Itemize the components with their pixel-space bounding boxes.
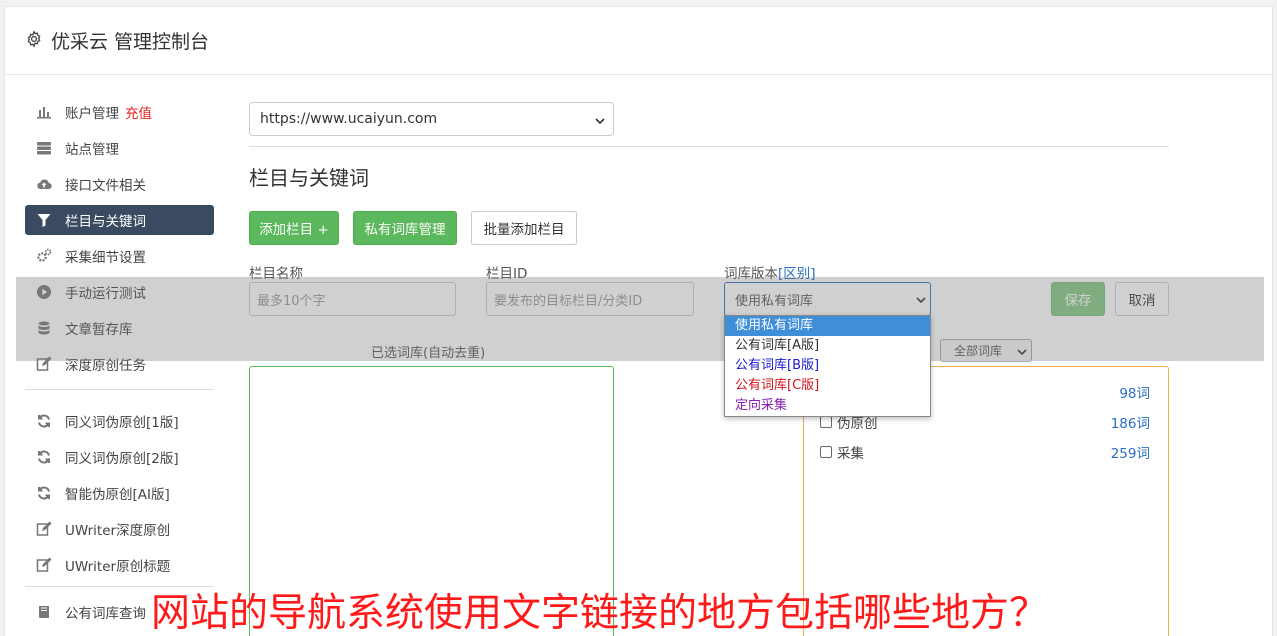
sidebar-item-label: 同义词伪原创[1版] <box>65 415 179 431</box>
library-row-label: 采集 <box>837 446 864 462</box>
sidebar-item-columns-keywords[interactable]: 栏目与关键词 <box>25 205 214 235</box>
sidebar-item-account[interactable]: 账户管理 充值 <box>25 97 214 127</box>
gears-icon <box>36 248 52 264</box>
library-row-count[interactable]: 186词 <box>1111 412 1150 432</box>
sidebar-item-label: UWriter深度原创 <box>65 523 171 539</box>
cloud-upload-icon <box>36 176 52 192</box>
sidebar-item-label: 公有词库查询 <box>65 606 146 622</box>
library-row-count[interactable]: 259词 <box>1111 442 1150 462</box>
sidebar-item-synonym-v2[interactable]: 同义词伪原创[2版] <box>25 442 214 472</box>
edit-icon <box>36 557 52 573</box>
dropdown-option-private[interactable]: 使用私有词库 <box>725 316 930 336</box>
page-container: 优采云 管理控制台 账户管理 充值 站点管理 接口文件相关 栏目与关键词 采集细… <box>4 6 1273 636</box>
site-select-value: https://www.ucaiyun.com <box>260 111 438 127</box>
sidebar: 账户管理 充值 站点管理 接口文件相关 栏目与关键词 采集细节设置 手动运行测试… <box>25 97 214 633</box>
divider <box>249 146 1169 147</box>
library-checkbox[interactable] <box>820 416 832 428</box>
refresh-icon <box>36 485 52 501</box>
header: 优采云 管理控制台 <box>5 7 1272 75</box>
sidebar-item-sites[interactable]: 站点管理 <box>25 133 214 163</box>
sidebar-item-label: UWriter原创标题 <box>65 559 171 575</box>
edit-icon <box>36 521 52 537</box>
chevron-down-icon <box>595 114 605 130</box>
library-row-count[interactable]: 98词 <box>1119 382 1150 402</box>
dropdown-option-public-c[interactable]: 公有词库[C版] <box>725 376 930 396</box>
batch-add-button[interactable]: 批量添加栏目 <box>471 211 577 245</box>
site-select[interactable]: https://www.ucaiyun.com <box>249 102 614 136</box>
sidebar-item-label: 同义词伪原创[2版] <box>65 451 179 467</box>
server-icon <box>36 140 52 156</box>
sidebar-item-collect-settings[interactable]: 采集细节设置 <box>25 241 214 271</box>
modal-overlay-band <box>16 277 1264 361</box>
sidebar-item-label: 智能伪原创[AI版] <box>65 487 170 503</box>
private-library-button[interactable]: 私有词库管理 <box>353 211 457 245</box>
refresh-icon <box>36 413 52 429</box>
section-title: 栏目与关键词 <box>249 166 369 190</box>
library-row[interactable]: 采集 259词 <box>820 442 1150 462</box>
library-version-dropdown: 使用私有词库 公有词库[A版] 公有词库[B版] 公有词库[C版] 定向采集 <box>724 315 931 417</box>
sidebar-item-label: 采集细节设置 <box>65 250 146 266</box>
dropdown-option-public-a[interactable]: 公有词库[A版] <box>725 336 930 356</box>
gear-icon <box>25 29 43 52</box>
add-column-button[interactable]: 添加栏目 + <box>249 211 339 245</box>
dropdown-option-public-b[interactable]: 公有词库[B版] <box>725 356 930 376</box>
library-checkbox[interactable] <box>820 446 832 458</box>
overlay-caption: 网站的导航系统使用文字链接的地方包括哪些地方？ <box>151 591 1049 636</box>
dropdown-option-directed[interactable]: 定向采集 <box>725 396 930 416</box>
sidebar-item-ai-rewrite[interactable]: 智能伪原创[AI版] <box>25 478 214 508</box>
filter-icon <box>36 212 52 228</box>
sidebar-item-interface-files[interactable]: 接口文件相关 <box>25 169 214 199</box>
sidebar-item-uwriter-title[interactable]: UWriter原创标题 <box>25 550 214 580</box>
page-title: 优采云 管理控制台 <box>51 31 210 53</box>
sidebar-divider <box>25 389 214 390</box>
sidebar-item-label: 站点管理 <box>65 142 119 158</box>
refresh-icon <box>36 449 52 465</box>
sidebar-item-label: 账户管理 <box>65 106 119 122</box>
bar-chart-icon <box>36 104 52 120</box>
sidebar-divider <box>25 586 214 587</box>
sidebar-item-label: 栏目与关键词 <box>65 214 146 230</box>
book-icon <box>36 604 52 620</box>
sidebar-item-uwriter-deep[interactable]: UWriter深度原创 <box>25 514 214 544</box>
recharge-link[interactable]: 充值 <box>125 102 152 122</box>
sidebar-item-synonym-v1[interactable]: 同义词伪原创[1版] <box>25 406 214 436</box>
sidebar-item-label: 接口文件相关 <box>65 178 146 194</box>
